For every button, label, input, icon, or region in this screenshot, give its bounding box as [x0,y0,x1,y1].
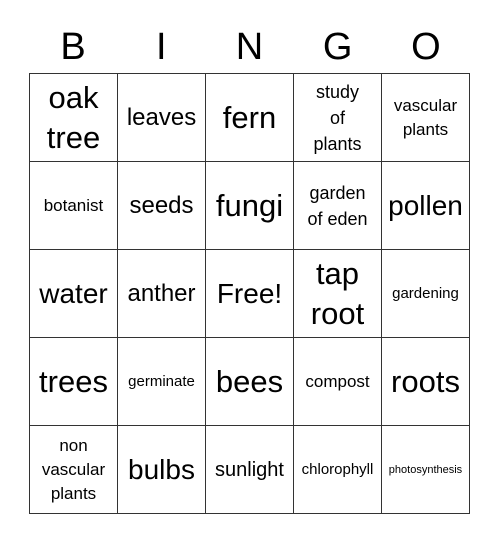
bingo-cell[interactable]: garden of eden [294,162,382,250]
header-letter-g: G [322,26,353,68]
cell-text: garden [309,182,366,203]
cell-text: roots [391,363,460,399]
cell-text: oak [48,79,99,115]
bingo-cell[interactable]: pollen [382,162,470,250]
cell-text: compost [305,371,370,391]
cell-text: sunlight [215,458,284,481]
bingo-cell[interactable]: roots [382,338,470,426]
bingo-cell[interactable]: oak tree [30,74,118,162]
cell-text: of eden [307,208,368,229]
cell-text: non [59,435,88,455]
bingo-cell[interactable]: leaves [118,74,206,162]
cell-text: vascular [41,459,106,479]
bingo-cell[interactable]: gardening [382,250,470,338]
bingo-cell[interactable]: germinate [118,338,206,426]
bingo-cell[interactable]: water [30,250,118,338]
cell-text: seeds [129,191,194,219]
cell-text: plants [50,483,97,503]
bingo-cell[interactable]: botanist [30,162,118,250]
cell-text: study [315,81,359,102]
bingo-cell[interactable]: seeds [118,162,206,250]
header-letter-b: B [60,26,86,68]
cell-text: pollen [388,189,463,221]
cell-text: chlorophyll [301,460,374,478]
cell-text: trees [39,363,108,399]
bingo-cell[interactable]: vascular plants [382,74,470,162]
cell-text: water [39,277,108,309]
cell-text: vascular [393,95,458,115]
free-space-cell[interactable]: Free! [206,250,294,338]
cell-text: tap [315,255,360,291]
bingo-cell[interactable]: chlorophyll [294,426,382,514]
bingo-cell[interactable]: study of plants [294,74,382,162]
cell-text: anther [127,279,196,307]
cell-text: of [329,107,345,128]
bingo-cell[interactable]: bees [206,338,294,426]
bingo-cell[interactable]: non vascular plants [30,426,118,514]
cell-text: fungi [215,187,284,223]
header-letter-o: O [411,26,441,68]
bingo-grid: oak tree leaves fern study of plants vascul… [29,73,470,514]
bingo-cell[interactable]: bulbs [118,426,206,514]
cell-text: tree [46,119,101,155]
cell-text: bees [215,363,284,399]
bingo-cell[interactable]: tap root [294,250,382,338]
cell-text: root [310,295,365,331]
bingo-cell[interactable]: compost [294,338,382,426]
header-letter-n: N [235,26,264,68]
cell-text: plants [313,133,362,154]
cell-text: leaves [126,103,197,131]
cell-text: fern [222,99,277,135]
bingo-cell[interactable]: anther [118,250,206,338]
bingo-header: B I N G O [29,22,470,72]
bingo-cell[interactable]: fungi [206,162,294,250]
cell-text: photosynthesis [388,463,463,476]
bingo-cell[interactable]: trees [30,338,118,426]
cell-text: bulbs [128,453,195,485]
cell-text: botanist [43,195,104,215]
cell-text: plants [402,119,449,139]
bingo-cell[interactable]: fern [206,74,294,162]
cell-text: germinate [128,372,195,390]
bingo-cell[interactable]: photosynthesis [382,426,470,514]
bingo-cell[interactable]: sunlight [206,426,294,514]
cell-text: Free! [216,277,283,309]
cell-text: gardening [392,284,459,302]
header-letter-i: I [156,26,167,68]
